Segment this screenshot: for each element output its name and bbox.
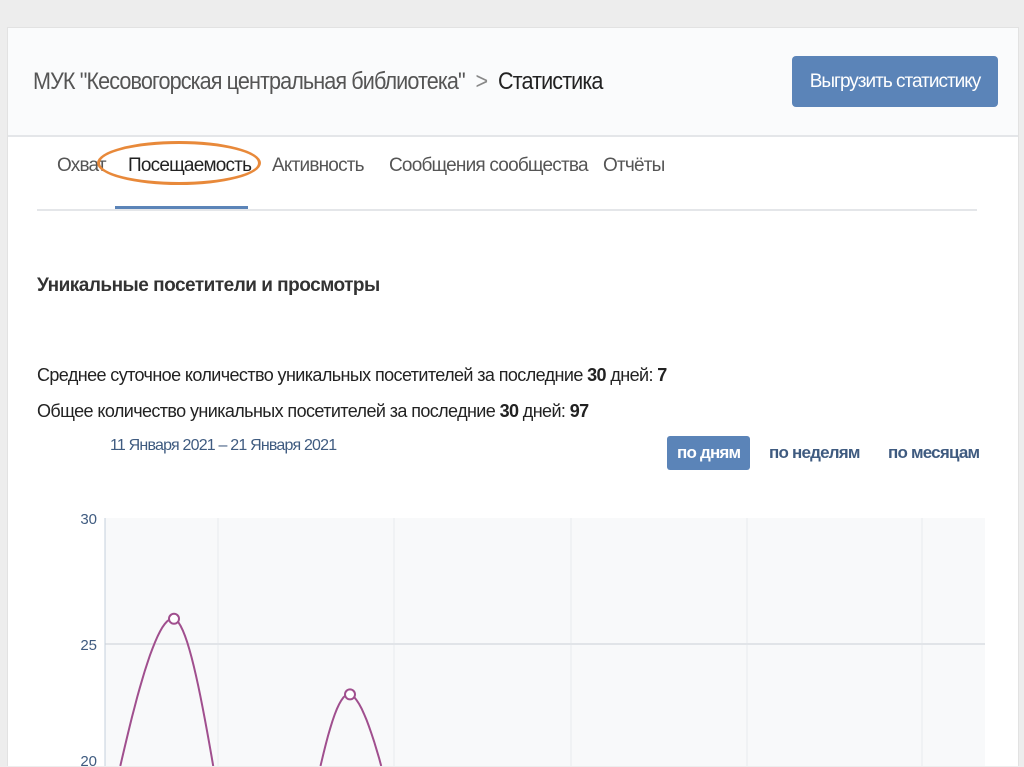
data-point[interactable] <box>168 612 180 625</box>
y-tick-label: 20 <box>80 753 97 766</box>
data-point[interactable] <box>344 688 356 701</box>
y-tick-label: 25 <box>80 637 97 654</box>
chart: 30 25 20 <box>80 511 985 766</box>
y-tick-label: 30 <box>80 511 97 528</box>
plot-area <box>105 518 985 766</box>
